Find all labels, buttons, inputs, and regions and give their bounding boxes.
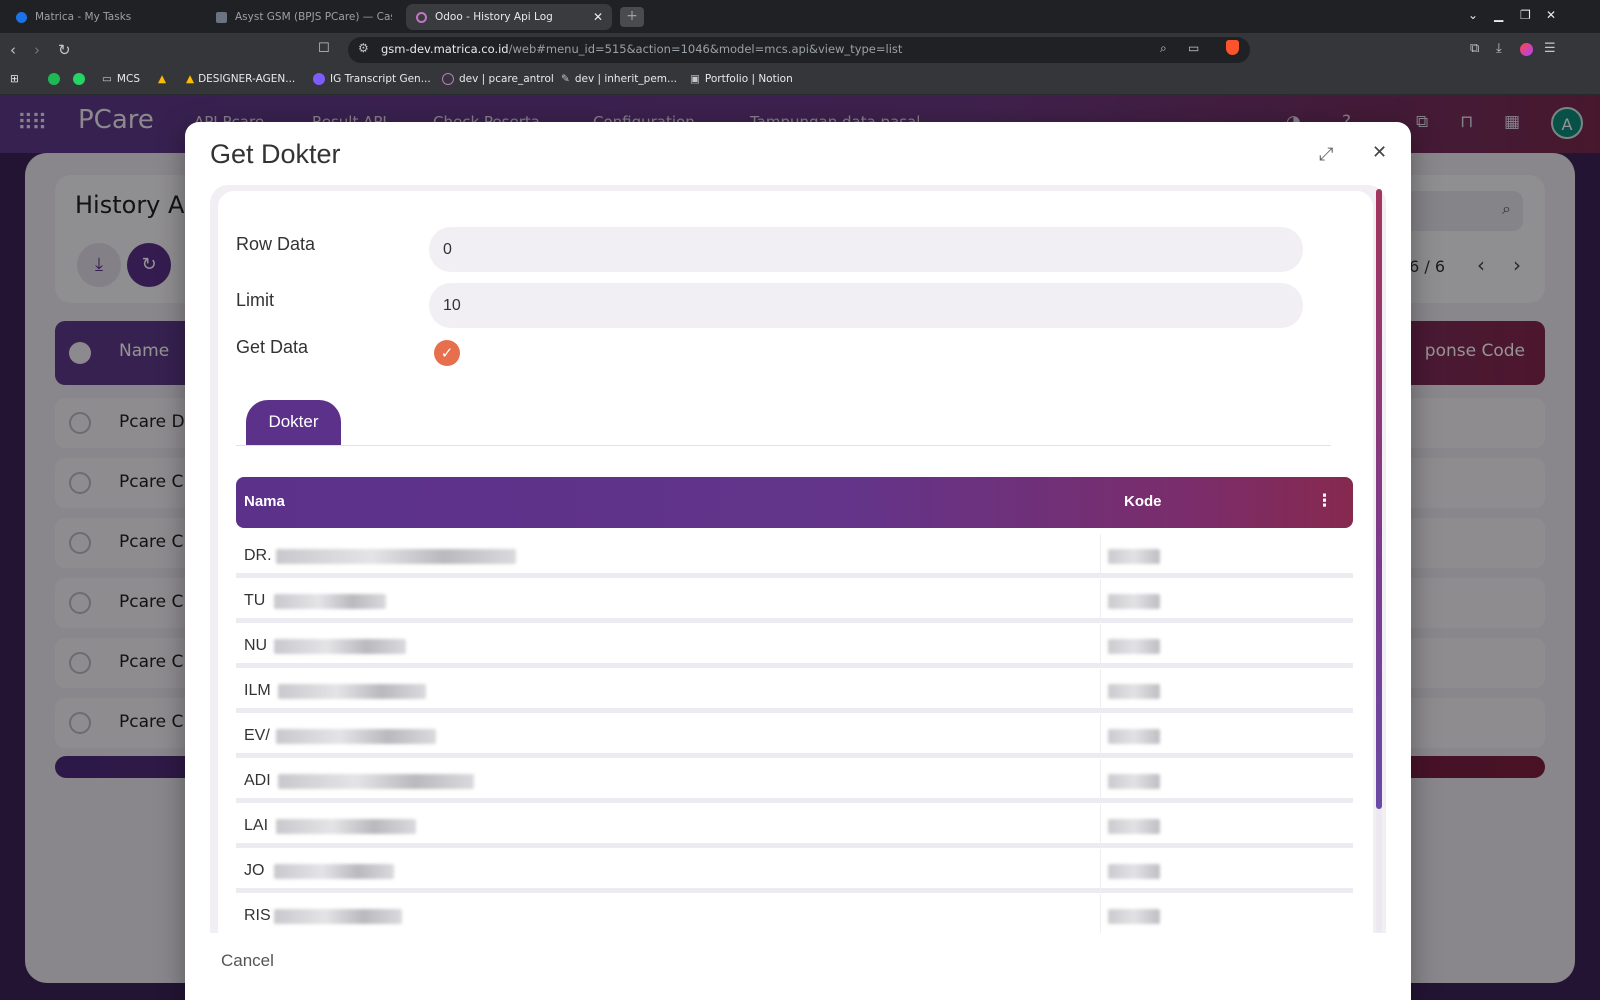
get-data-checkbox[interactable]: ✓ — [434, 340, 460, 366]
address-bar[interactable]: ⚙ gsm-dev.matrica.co.id/web#menu_id=515&… — [348, 37, 1250, 63]
redacted-name — [276, 819, 416, 834]
table-row[interactable]: EV/ — [236, 714, 1353, 758]
table-row[interactable]: LAI — [236, 804, 1353, 848]
url-text[interactable]: gsm-dev.matrica.co.id/web#menu_id=515&ac… — [381, 42, 902, 56]
bookmark-ig-transcript[interactable]: IG Transcript Gen... — [313, 73, 431, 85]
tab-list-icon[interactable]: ⌄ — [1468, 8, 1478, 22]
redacted-code — [1108, 819, 1160, 834]
spotify-icon[interactable] — [48, 73, 65, 85]
column-kode[interactable]: Kode — [1124, 493, 1162, 510]
bookmark-pcare-antrol[interactable]: dev | pcare_antrol — [442, 73, 554, 85]
table-row[interactable]: ADI — [236, 759, 1353, 803]
forward-icon[interactable]: › — [34, 41, 40, 59]
redacted-code — [1108, 549, 1160, 564]
browser-tab[interactable]: Asyst GSM (BPJS PCare) — Case 5 — [206, 4, 402, 30]
cast-icon[interactable]: ▭ — [1188, 41, 1199, 55]
redacted-name — [274, 864, 394, 879]
redacted-code — [1108, 684, 1160, 699]
redacted-code — [1108, 909, 1160, 924]
browser-tab[interactable]: Matrica - My Tasks — [6, 4, 206, 30]
wallet-icon[interactable] — [1520, 43, 1533, 56]
form-sheet: Row Data Limit Get Data ✓ Dokter Nama Ko… — [218, 191, 1373, 933]
apps-grid-icon[interactable]: ⊞ — [10, 73, 19, 85]
tab-divider — [236, 445, 1331, 446]
expand-icon[interactable]: ⤢ — [1319, 144, 1333, 165]
bookmarks-bar: ⊞ ▭ MCS ▲ ▲ DESIGNER-AGEN... IG Transcript… — [0, 67, 1600, 95]
minimize-icon[interactable]: ▁ — [1494, 8, 1503, 22]
bookmark-icon[interactable]: ☐ — [318, 41, 330, 56]
table-row[interactable]: RIS — [236, 894, 1353, 933]
zoom-icon[interactable]: ⌕ — [1160, 41, 1167, 56]
redacted-name — [274, 909, 402, 924]
scrollbar-thumb[interactable] — [1376, 189, 1382, 809]
close-tab-icon[interactable]: ✕ — [593, 10, 603, 24]
cancel-button[interactable]: Cancel — [221, 951, 274, 971]
maximize-icon[interactable]: ❐ — [1520, 8, 1531, 22]
redacted-name — [278, 684, 426, 699]
table-row[interactable]: TU — [236, 579, 1353, 623]
column-nama[interactable]: Nama — [244, 493, 285, 510]
redacted-name — [274, 594, 386, 609]
redacted-name — [278, 774, 474, 789]
brave-shield-icon[interactable] — [1226, 40, 1239, 55]
redacted-code — [1108, 729, 1160, 744]
close-icon[interactable]: ✕ — [1372, 142, 1387, 163]
new-tab-button[interactable]: + — [620, 7, 644, 27]
reload-icon[interactable]: ↻ — [58, 41, 71, 59]
redacted-code — [1108, 594, 1160, 609]
column-options-icon[interactable]: ⋮ — [1316, 491, 1333, 511]
limit-input[interactable] — [429, 283, 1303, 328]
row-data-input[interactable] — [429, 227, 1303, 272]
extensions-icon[interactable]: ⧉ — [1470, 41, 1479, 56]
site-info-icon[interactable]: ⚙ — [358, 41, 369, 55]
bookmark-designer[interactable]: ▲ DESIGNER-AGEN... — [186, 73, 295, 85]
redacted-code — [1108, 774, 1160, 789]
downloads-icon[interactable]: ⤓ — [1496, 41, 1502, 56]
bookmark-notion[interactable]: ▣ Portfolio | Notion — [690, 73, 793, 85]
odoo-favicon-icon — [416, 11, 427, 23]
tab-favicon-icon — [16, 11, 27, 23]
table-row[interactable]: ILM — [236, 669, 1353, 713]
row-data-label: Row Data — [236, 234, 316, 254]
redacted-code — [1108, 639, 1160, 654]
redacted-code — [1108, 864, 1160, 879]
dialog-body: Row Data Limit Get Data ✓ Dokter Nama Ko… — [210, 185, 1386, 933]
bookmark-inherit-pem[interactable]: ✎ dev | inherit_pem... — [561, 73, 677, 85]
tab-favicon-icon — [216, 11, 227, 23]
back-icon[interactable]: ‹ — [10, 41, 16, 59]
dialog-title: Get Dokter — [210, 139, 341, 169]
get-data-label: Get Data — [236, 337, 309, 357]
redacted-name — [276, 729, 436, 744]
redacted-name — [276, 549, 516, 564]
table-row[interactable]: JO — [236, 849, 1353, 893]
browser-tab-bar: Matrica - My Tasks Asyst GSM (BPJS PCare… — [0, 0, 1600, 33]
scrollbar[interactable] — [1376, 189, 1382, 933]
menu-icon[interactable]: ☰ — [1544, 41, 1556, 56]
table-row[interactable]: DR. — [236, 534, 1353, 578]
redacted-name — [274, 639, 406, 654]
table-row[interactable]: NU — [236, 624, 1353, 668]
bookmark-mcs[interactable]: ▭ MCS — [102, 73, 140, 85]
drive-icon[interactable]: ▲ — [158, 73, 166, 85]
get-dokter-dialog: Get Dokter ⤢ ✕ Row Data Limit Get Data ✓… — [185, 122, 1411, 1000]
browser-toolbar: ‹ › ↻ ☐ ⚙ gsm-dev.matrica.co.id/web#menu… — [0, 33, 1600, 67]
whatsapp-icon[interactable] — [73, 73, 90, 85]
table-header: Nama Kode ⋮ — [236, 477, 1353, 528]
tab-dokter[interactable]: Dokter — [246, 400, 341, 446]
limit-label: Limit — [236, 290, 275, 310]
window-close-icon[interactable]: ✕ — [1546, 8, 1556, 22]
browser-tab-active[interactable]: Odoo - History Api Log ✕ — [406, 4, 612, 30]
